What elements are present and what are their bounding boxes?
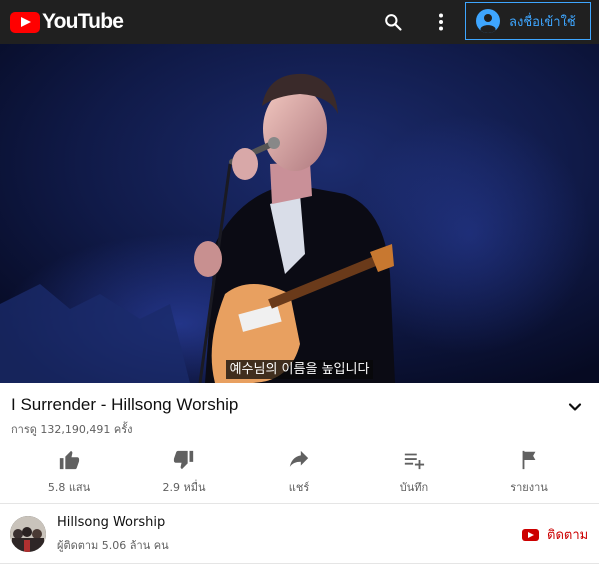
video-player[interactable]: 예수님의 이름을 높입니다 xyxy=(0,44,599,383)
thumb-up-icon xyxy=(59,450,80,470)
channel-name[interactable]: Hillsong Worship xyxy=(57,515,165,530)
channel-avatar[interactable] xyxy=(10,516,46,552)
youtube-play-icon xyxy=(522,528,539,541)
video-title: I Surrender - Hillsong Worship xyxy=(11,395,239,414)
like-button[interactable]: 5.8 แสน xyxy=(24,447,114,496)
more-vert-icon xyxy=(439,13,443,31)
dislike-button[interactable]: 2.9 หมื่น xyxy=(139,447,229,496)
action-bar: 5.8 แสน 2.9 หมื่น แชร์ บันทึก รายงาน xyxy=(0,447,599,497)
sign-in-label: ลงชื่อเข้าใช้ xyxy=(509,14,576,30)
playlist-add-icon xyxy=(404,453,425,470)
share-label: แชร์ xyxy=(288,481,310,494)
subscribe-button[interactable]: ติดตาม xyxy=(522,524,588,545)
logo-text: YouTube xyxy=(42,10,124,33)
search-button[interactable] xyxy=(379,8,407,36)
youtube-logo[interactable]: YouTube xyxy=(10,10,124,34)
sign-in-button[interactable]: ลงชื่อเข้าใช้ xyxy=(465,2,591,40)
like-count: 5.8 แสน xyxy=(47,481,91,494)
video-caption: 예수님의 이름을 높입니다 xyxy=(0,358,599,379)
thumb-down-icon xyxy=(173,450,194,470)
chevron-down-icon xyxy=(568,403,582,411)
search-icon xyxy=(385,14,402,31)
report-label: รายงาน xyxy=(510,481,548,494)
save-label: บันทึก xyxy=(399,481,429,494)
divider xyxy=(0,503,599,504)
top-app-bar: YouTube ลงชื่อเข้าใช้ xyxy=(0,0,599,44)
flag-icon xyxy=(522,450,536,470)
expand-description-button[interactable] xyxy=(565,397,585,417)
share-button[interactable]: แชร์ xyxy=(254,447,344,496)
more-options-button[interactable] xyxy=(427,8,455,36)
dislike-count: 2.9 หมื่น xyxy=(162,481,206,494)
video-frame-image xyxy=(0,44,599,383)
subscriber-count: ผู้ติดตาม 5.06 ล้าน คน xyxy=(57,539,169,552)
caption-text: 예수님의 이름을 높입니다 xyxy=(225,360,374,379)
share-icon xyxy=(289,450,309,467)
youtube-logo-icon xyxy=(10,11,40,33)
subscribe-label: ติดตาม xyxy=(547,528,589,543)
view-count: การดู 132,190,491 ครั้ง xyxy=(11,423,133,436)
save-button[interactable]: บันทึก xyxy=(369,447,459,496)
report-button[interactable]: รายงาน xyxy=(484,447,574,496)
account-circle-icon xyxy=(476,9,500,33)
